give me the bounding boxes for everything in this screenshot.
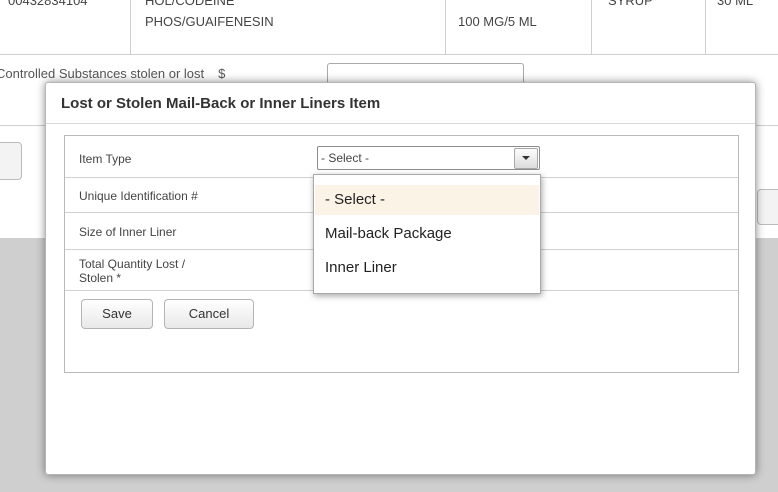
item-type-select-value: - Select - <box>321 151 370 165</box>
chevron-down-icon <box>522 156 530 160</box>
size-cell: 30 ML <box>705 0 778 54</box>
strength-text: 100 MG/5 ML <box>458 14 537 29</box>
table-row: 00432834104 HOL/CODEINE PHOS/GUAIFENESIN… <box>0 0 778 55</box>
cancel-button[interactable]: Cancel <box>164 299 254 329</box>
size-text: 30 ML <box>717 0 754 8</box>
drug-name-top: HOL/CODEINE <box>145 0 235 8</box>
controlled-substances-label: Controlled Substances stolen or lost $ <box>0 66 226 81</box>
item-type-dropdown-list: - Select - Mail-back Package Inner Liner <box>313 174 541 294</box>
total-quantity-label: Total Quantity Lost / Stolen * <box>79 257 186 285</box>
item-type-select[interactable]: - Select - <box>317 146 540 170</box>
item-type-row: Item Type - Select - <box>65 136 738 178</box>
strength-cell: 100 MG/5 ML <box>445 0 592 54</box>
inner-liner-size-label: Size of Inner Liner <box>79 225 177 239</box>
item-type-label: Item Type <box>79 152 132 166</box>
option-mail-back-package[interactable]: Mail-back Package <box>315 219 539 249</box>
option-inner-liner[interactable]: Inner Liner <box>315 253 539 283</box>
dialog-title: Lost or Stolen Mail-Back or Inner Liners… <box>46 83 755 124</box>
background-button[interactable] <box>0 142 22 180</box>
option-select[interactable]: - Select - <box>315 185 539 215</box>
dropdown-toggle-button[interactable] <box>514 148 538 169</box>
background-button[interactable] <box>757 189 778 225</box>
drug-name-text: PHOS/GUAIFENESIN <box>145 14 274 29</box>
ndc-cell: 00432834104 <box>0 0 131 54</box>
form-cell: SYRUP <box>591 0 706 54</box>
form-text: SYRUP <box>608 0 653 8</box>
save-button[interactable]: Save <box>81 299 153 329</box>
drug-name-cell: HOL/CODEINE PHOS/GUAIFENESIN <box>130 0 446 54</box>
ndc-text: 00432834104 <box>8 0 88 8</box>
unique-id-label: Unique Identification # <box>79 189 198 203</box>
